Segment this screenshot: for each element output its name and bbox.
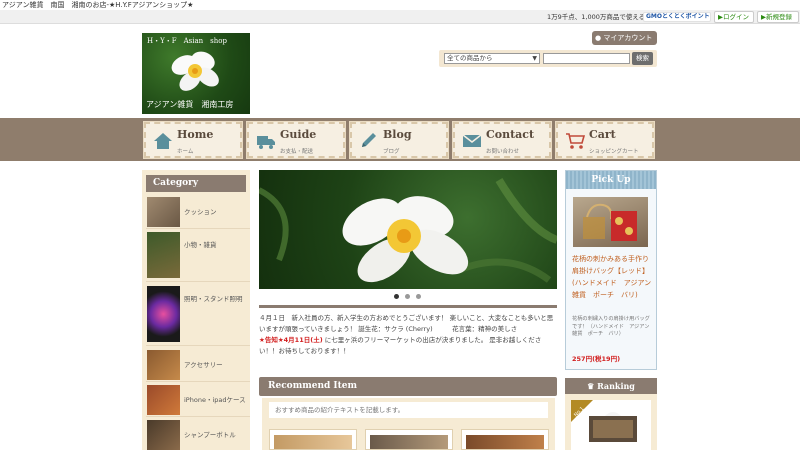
category-thumbnail bbox=[147, 350, 180, 380]
sidebar-item-accessory[interactable]: アクセサリー bbox=[146, 348, 250, 382]
slider-dot[interactable] bbox=[394, 294, 399, 299]
slider-dot[interactable] bbox=[405, 294, 410, 299]
sidebar-item-label: 照明・スタンド照明 bbox=[184, 295, 243, 303]
promo-bar: 1万9千点、1,000万商品で使える GMOとくとくポイント ▶ログイン ▶新規… bbox=[0, 10, 800, 24]
nav-cart-sub: ショッピングカート bbox=[589, 149, 639, 155]
ranking-title: Ranking bbox=[597, 381, 635, 391]
section-divider bbox=[259, 305, 557, 308]
sidebar-item-label: シャンプーボトル bbox=[184, 431, 236, 439]
my-account-label: マイアカウント bbox=[603, 34, 653, 42]
nav-home-title: Home bbox=[177, 128, 214, 141]
product-image bbox=[466, 435, 544, 449]
category-thumbnail bbox=[147, 232, 180, 278]
nav-blog-sub: ブログ bbox=[383, 149, 400, 155]
truck-icon bbox=[257, 136, 275, 149]
nav-blog-title: Blog bbox=[383, 128, 412, 141]
news-text: ４月１日 新入社員の方、新入学生の方おめでとうございます！ 楽しいこと、大変なこ… bbox=[259, 313, 557, 357]
logo-subtitle: アジアン雑貨 湘南工房 bbox=[146, 100, 234, 109]
sidebar-item-label: アクセサリー bbox=[184, 361, 223, 369]
category-heading: Category bbox=[146, 175, 246, 192]
my-account-button[interactable]: ● マイアカウント bbox=[592, 31, 657, 45]
sidebar-item-lighting[interactable]: 照明・スタンド照明 bbox=[146, 284, 250, 346]
shop-logo[interactable]: H・Y・F Asian shop アジアン雑貨 湘南工房 bbox=[142, 33, 250, 114]
recommend-intro: おすすめ商品の紹介テキストを記載します。 bbox=[269, 402, 548, 418]
house-icon bbox=[154, 133, 172, 149]
nav-home[interactable]: Home ホーム bbox=[144, 122, 242, 158]
signup-button[interactable]: ▶新規登録 bbox=[757, 11, 799, 23]
logo-title: H・Y・F Asian shop bbox=[147, 37, 227, 45]
sidebar-item-cushion[interactable]: クッション bbox=[146, 195, 250, 229]
plumeria-flower-icon bbox=[171, 51, 219, 91]
nav-guide[interactable]: Guide お支払・配送 bbox=[247, 122, 345, 158]
pencil-icon bbox=[362, 133, 376, 147]
nav-blog[interactable]: Blog ブログ bbox=[350, 122, 448, 158]
envelope-icon bbox=[462, 134, 482, 147]
nav-guide-title: Guide bbox=[280, 128, 317, 141]
product-image bbox=[274, 435, 352, 449]
recommend-section: おすすめ商品の紹介テキストを記載します。 bbox=[262, 398, 555, 450]
sidebar-item-label: iPhone・ipadケース bbox=[184, 396, 246, 404]
plumeria-photo bbox=[259, 177, 557, 283]
search-input[interactable] bbox=[543, 53, 630, 64]
search-button[interactable]: 検索 bbox=[632, 52, 653, 65]
sidebar-item-goods[interactable]: 小物・雑貨 bbox=[146, 230, 250, 282]
nav-cart[interactable]: Cart ショッピングカート bbox=[556, 122, 654, 158]
gmo-point-badge[interactable]: GMOとくとくポイント bbox=[643, 12, 711, 22]
search-category-value: 全ての商品から bbox=[447, 54, 493, 62]
product-image bbox=[370, 435, 448, 449]
nav-home-sub: ホーム bbox=[177, 149, 194, 155]
pickup-panel: Pick Up 花柄の刺かみある手作り肩掛けバッグ【レッド】(ハンドメイド アジ… bbox=[565, 170, 657, 370]
promo-text: 1万9千点、1,000万商品で使える bbox=[547, 13, 646, 21]
news-line: ４月１日 新入社員の方、新入学生の方おめでとうございます！ 楽しいこと、大変なこ… bbox=[259, 314, 554, 333]
sidebar-item-label: 小物・雑貨 bbox=[184, 241, 217, 249]
nav-contact-sub: お問い合わせ bbox=[486, 149, 520, 155]
category-thumbnail bbox=[147, 286, 180, 342]
category-thumbnail bbox=[147, 197, 180, 227]
nav-contact-title: Contact bbox=[486, 128, 535, 141]
category-thumbnail bbox=[147, 420, 180, 450]
search-category-select[interactable]: 全ての商品から ▼ bbox=[444, 53, 540, 64]
recommend-item-card[interactable] bbox=[365, 429, 453, 450]
category-thumbnail bbox=[147, 385, 180, 415]
sidebar-item-label: クッション bbox=[184, 208, 217, 216]
pickup-product-name[interactable]: 花柄の刺かみある手作り肩掛けバッグ【レッド】(ハンドメイド アジアン雑貨 ポーチ… bbox=[572, 253, 652, 301]
pickup-product-price: 257円(税19円) bbox=[572, 355, 621, 363]
ranking-product-image[interactable]: No.1 bbox=[571, 400, 651, 450]
nav-guide-sub: お支払・配送 bbox=[280, 149, 314, 155]
notice-text: ★告知★4月11日(土) bbox=[259, 336, 323, 344]
crown-icon: ♛ bbox=[587, 381, 595, 391]
recommend-heading: Recommend Item bbox=[268, 381, 358, 391]
ranking-heading: ♛ Ranking bbox=[565, 378, 657, 394]
ranking-panel: ♛ Ranking No.1 bbox=[565, 378, 657, 450]
sidebar-item-shampoo-bottle[interactable]: シャンプーボトル bbox=[146, 418, 250, 450]
cart-icon bbox=[566, 133, 585, 149]
recommend-item-card[interactable] bbox=[461, 429, 549, 450]
bag-image bbox=[583, 203, 637, 241]
search-bar: 全ての商品から ▼ 検索 bbox=[439, 50, 657, 67]
chevron-down-icon: ▼ bbox=[532, 55, 537, 62]
nav-contact[interactable]: Contact お問い合わせ bbox=[453, 122, 551, 158]
nav-cart-title: Cart bbox=[589, 128, 616, 141]
sidebar-item-iphone-case[interactable]: iPhone・ipadケース bbox=[146, 383, 250, 417]
pickup-product-image[interactable] bbox=[573, 197, 648, 247]
site-tagline: アジアン雑貨 南国 湘南のお店-★H.Y.Fアジアンショップ★ bbox=[2, 1, 194, 9]
main-navigation: Home ホーム Guide お支払・配送 Blog ブログ Contact お… bbox=[0, 118, 800, 161]
slider-dot[interactable] bbox=[416, 294, 421, 299]
login-button[interactable]: ▶ログイン bbox=[714, 11, 754, 23]
user-icon: ● bbox=[595, 34, 602, 42]
pickup-product-desc: 花柄の刺繍入りの肩掛け用バッグです！（ハンドメイド アジアン雑貨 ポーチ バリ） bbox=[572, 316, 650, 337]
hero-slider-image[interactable] bbox=[259, 170, 557, 289]
recommend-item-card[interactable] bbox=[269, 429, 357, 450]
recommend-heading-bar: Recommend Item bbox=[259, 377, 557, 396]
category-sidebar: Category クッション 小物・雑貨 照明・スタンド照明 アクセサリー iP… bbox=[142, 170, 250, 450]
pickup-heading: Pick Up bbox=[566, 171, 656, 189]
